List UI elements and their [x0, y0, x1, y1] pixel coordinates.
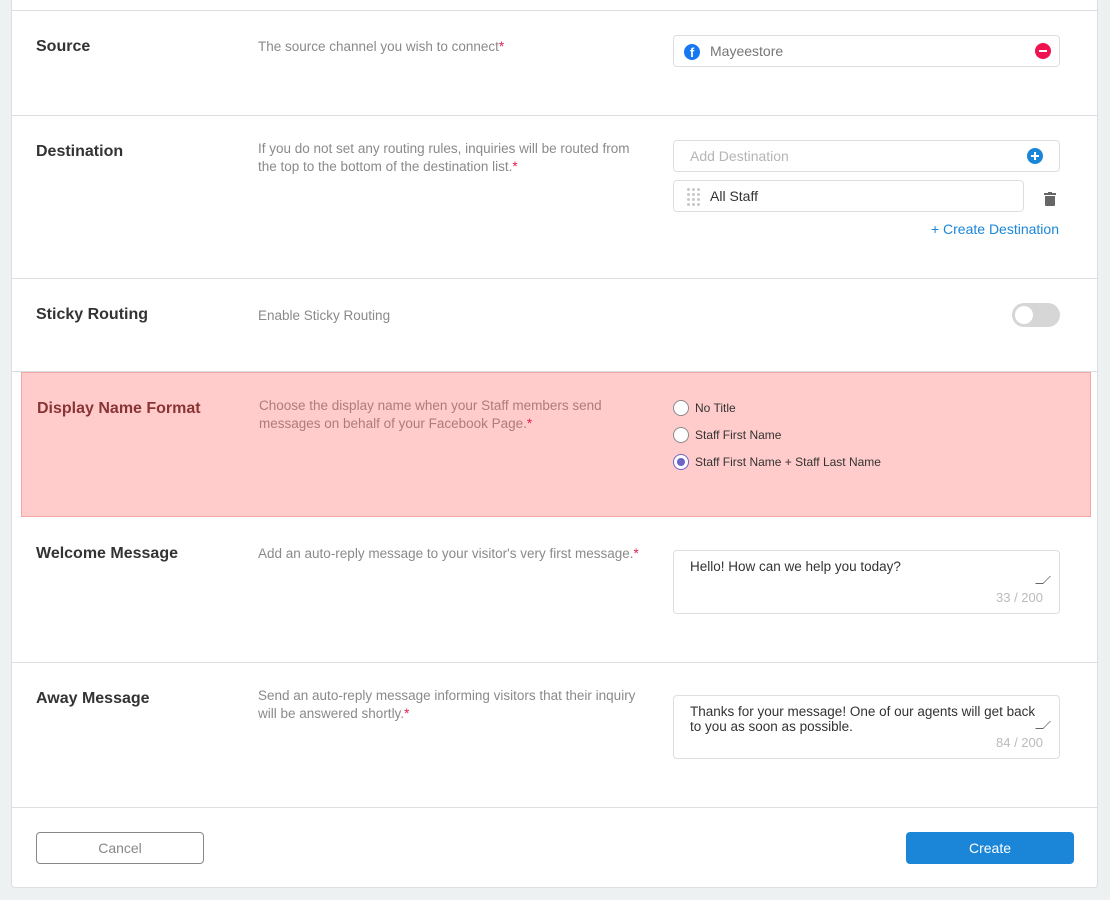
welcome-message-description: Add an auto-reply message to your visito… [258, 545, 658, 563]
source-value: Mayeestore [710, 43, 784, 59]
away-message-description-text: Send an auto-reply message informing vis… [258, 688, 636, 721]
welcome-message-text: Hello! How can we help you today? [690, 559, 901, 574]
sticky-routing-title: Sticky Routing [36, 306, 149, 323]
radio-label: Staff First Name + Staff Last Name [695, 455, 881, 469]
welcome-message-count: 33 / 200 [996, 590, 1043, 605]
radio-label: No Title [695, 401, 736, 415]
radio-button-selected[interactable] [673, 454, 689, 470]
required-marker: * [404, 706, 410, 721]
plus-circle-icon[interactable] [1027, 148, 1043, 164]
drag-handle-icon[interactable] [687, 188, 701, 206]
sticky-routing-description: Enable Sticky Routing [258, 308, 391, 323]
required-marker: * [498, 39, 505, 54]
away-message-textarea[interactable]: Thanks for your message! One of our agen… [673, 695, 1060, 759]
away-message-count: 84 / 200 [996, 735, 1043, 750]
toggle-knob [1015, 306, 1033, 324]
destination-title: Destination [36, 143, 124, 160]
create-button[interactable]: Create [906, 832, 1074, 864]
source-field[interactable]: f Mayeestore [673, 35, 1060, 67]
trash-icon[interactable] [1044, 192, 1056, 206]
source-description: The source channel you wish to connect* [258, 38, 650, 56]
resize-handle-icon[interactable] [1035, 576, 1051, 584]
away-message-description: Send an auto-reply message informing vis… [258, 687, 650, 723]
away-message-text: Thanks for your message! One of our agen… [690, 704, 1036, 734]
sticky-routing-toggle[interactable] [1012, 303, 1060, 327]
display-name-format-description-text: Choose the display name when your Staff … [259, 398, 602, 431]
destination-description: If you do not set any routing rules, inq… [258, 140, 650, 176]
destination-description-text: If you do not set any routing rules, inq… [258, 141, 630, 174]
create-destination-link[interactable]: + Create Destination [931, 221, 1059, 237]
required-marker: * [633, 546, 639, 561]
radio-button[interactable] [673, 400, 689, 416]
destination-item[interactable]: All Staff [673, 180, 1024, 212]
form-card: Source The source channel you wish to co… [11, 0, 1098, 888]
radio-button[interactable] [673, 427, 689, 443]
add-destination-input[interactable]: Add Destination [673, 140, 1060, 172]
welcome-message-description-text: Add an auto-reply message to your visito… [258, 546, 634, 561]
minus-circle-icon[interactable] [1035, 43, 1051, 59]
cancel-button[interactable]: Cancel [36, 832, 204, 864]
radio-label: Staff First Name [695, 428, 782, 442]
display-name-format-title: Display Name Format [37, 400, 201, 417]
required-marker: * [512, 159, 518, 174]
welcome-message-title: Welcome Message [36, 545, 178, 562]
away-message-title: Away Message [36, 690, 150, 707]
source-description-text: The source channel you wish to connect [258, 39, 499, 54]
add-destination-placeholder: Add Destination [690, 148, 789, 164]
welcome-message-textarea[interactable]: Hello! How can we help you today? 33 / 2… [673, 550, 1060, 614]
display-name-format-description: Choose the display name when your Staff … [259, 397, 639, 433]
destination-item-label: All Staff [710, 188, 758, 204]
required-marker: * [526, 416, 533, 431]
sticky-routing-section: Sticky Routing Enable Sticky Routing [12, 279, 1097, 372]
source-section: Source The source channel you wish to co… [12, 11, 1097, 116]
facebook-icon: f [684, 44, 700, 60]
source-title: Source [36, 38, 91, 55]
display-name-format-section: Display Name Format Choose the display n… [21, 372, 1091, 517]
